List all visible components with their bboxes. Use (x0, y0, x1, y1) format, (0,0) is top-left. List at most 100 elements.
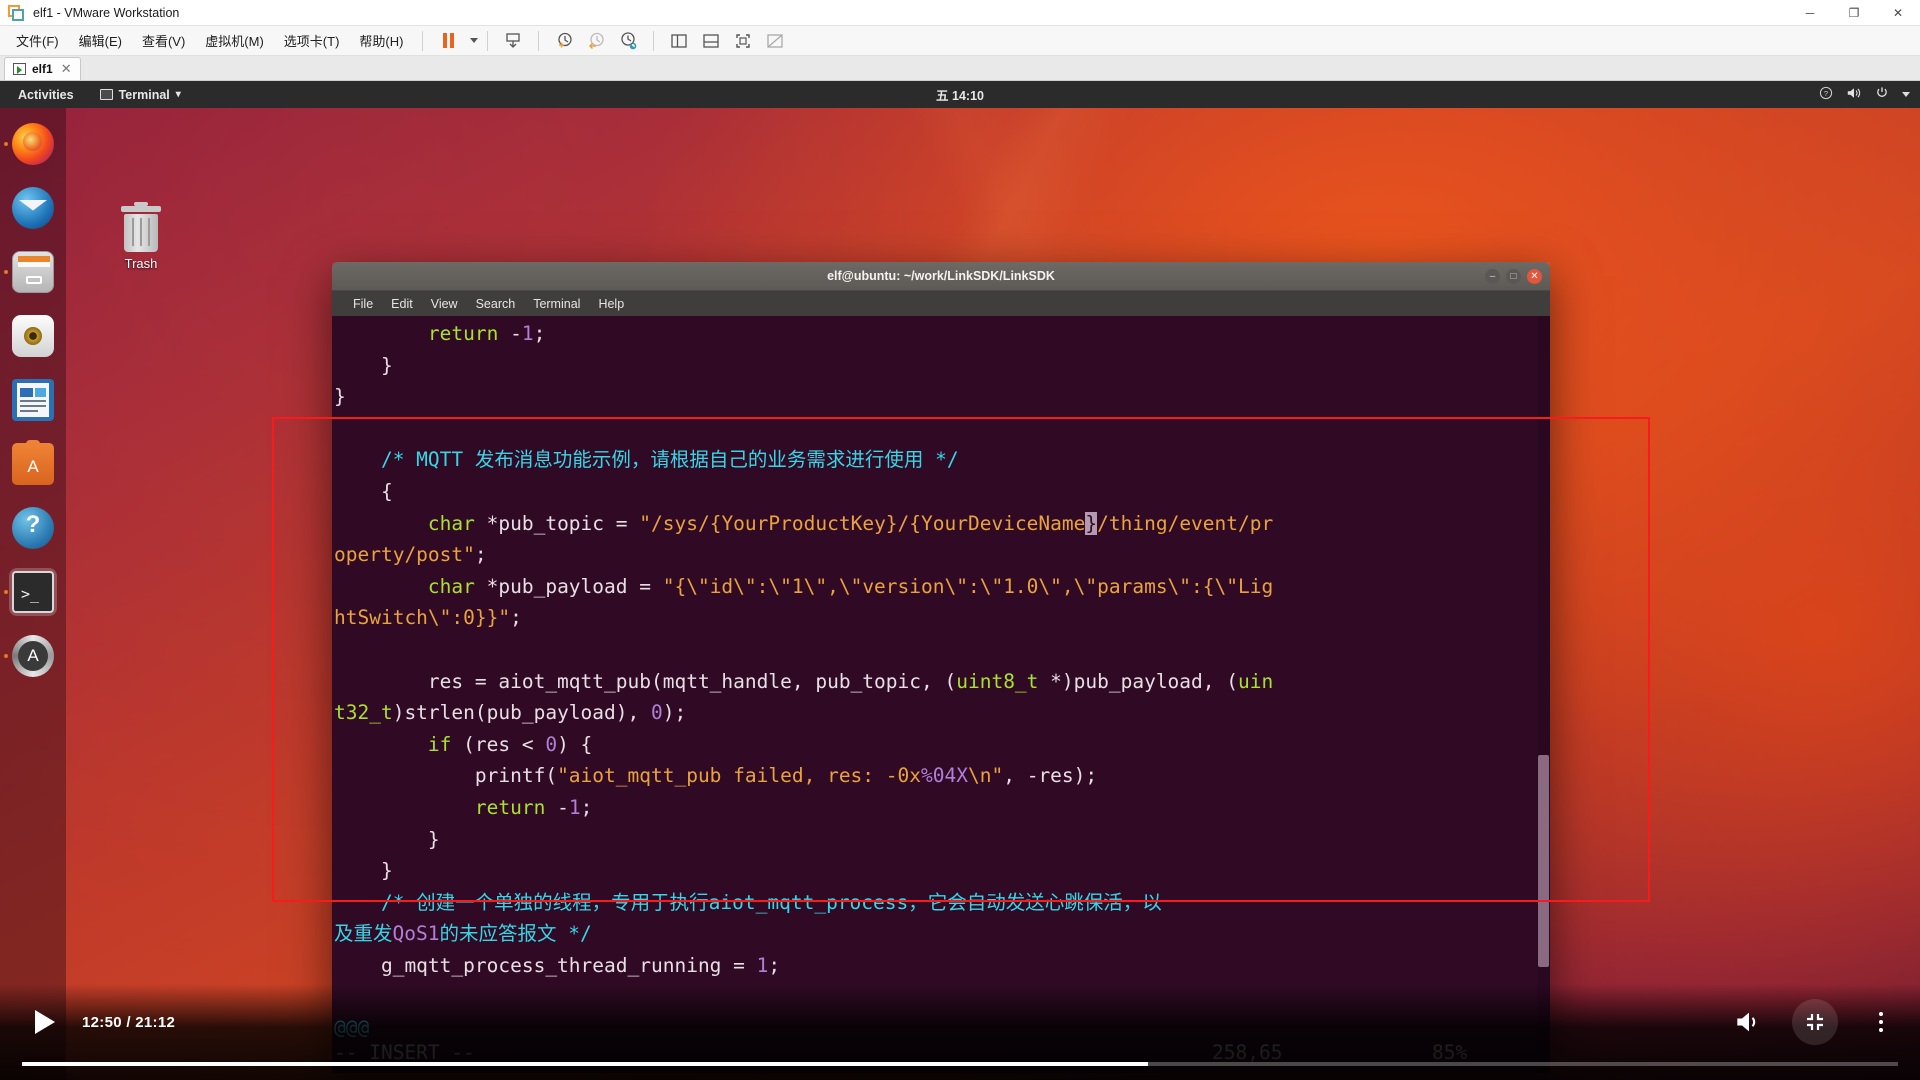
terminal-minimize-button[interactable]: – (1485, 269, 1500, 284)
svg-text:?: ? (1824, 89, 1828, 98)
code-token: ; (580, 795, 593, 819)
menu-tabs[interactable]: 选项卡(T) (274, 27, 350, 54)
code-token: { (334, 479, 393, 503)
code-token: return (474, 795, 546, 819)
code-token: "/sys/{YourProductKey}/{YourDeviceName (639, 511, 1086, 535)
dock-item-show-applications[interactable]: A (4, 632, 57, 680)
show-console-icon[interactable] (698, 30, 724, 52)
volume-icon[interactable] (1846, 86, 1862, 103)
show-two-pane-icon[interactable] (666, 30, 692, 52)
code-token: return (427, 322, 499, 345)
code-line: g_mqtt_process_thread_running = 1; (332, 950, 1537, 982)
desktop-icon-trash[interactable]: Trash (98, 202, 184, 271)
send-ctrl-alt-del-icon[interactable] (500, 30, 526, 52)
toolbar-divider (487, 30, 489, 51)
maximize-button[interactable]: ❐ (1832, 0, 1876, 26)
firefox-icon (12, 123, 54, 165)
close-button[interactable]: ✕ (1876, 0, 1920, 26)
terminal-window: elf@ubuntu: ~/work/LinkSDK/LinkSDK – □ ✕… (332, 262, 1550, 1073)
vim-editor-buffer[interactable]: return -1; }} /* MQTT 发布消息功能示例，请根据自己的业务需… (332, 316, 1537, 981)
dropdown-caret-icon[interactable] (470, 38, 479, 43)
code-token: ); (662, 701, 687, 725)
exit-fullscreen-button[interactable] (1792, 999, 1838, 1045)
dock-item-thunderbird[interactable] (9, 184, 57, 232)
code-line: printf("aiot_mqtt_pub failed, res: -0x%0… (332, 760, 1537, 792)
system-menu-caret-icon[interactable] (1902, 92, 1910, 97)
vmware-title: elf1 - VMware Workstation (33, 5, 180, 20)
terminal-maximize-button[interactable]: □ (1506, 269, 1521, 284)
more-options-button[interactable] (1864, 1005, 1898, 1039)
code-line: return -1; (332, 792, 1537, 824)
tab-elf1[interactable]: elf1 ✕ (4, 57, 81, 80)
terminal-body[interactable]: return -1; }} /* MQTT 发布消息功能示例，请根据自己的业务需… (332, 316, 1550, 1073)
dock-item-terminal[interactable]: >_ (4, 568, 57, 616)
app-menu-label: Terminal (118, 87, 170, 102)
vmware-window-controls: ─ ❐ ✕ (1788, 0, 1920, 26)
dock-item-files[interactable] (4, 248, 57, 296)
code-token: if (427, 732, 452, 756)
menu-edit[interactable]: 编辑(E) (69, 27, 132, 54)
code-token: ; (533, 322, 546, 345)
terminal-menu-help[interactable]: Help (589, 295, 633, 313)
terminal-window-controls: – □ ✕ (1485, 262, 1542, 291)
libreoffice-writer-icon (12, 379, 54, 421)
clock[interactable]: 五 14:10 (936, 85, 984, 104)
fullscreen-icon[interactable] (730, 30, 756, 52)
menu-help[interactable]: 帮助(H) (349, 27, 413, 54)
code-line: } (332, 350, 1537, 382)
dock-item-firefox[interactable] (4, 120, 57, 168)
help-icon[interactable]: ? (1819, 86, 1833, 103)
toolbar-divider (422, 30, 424, 51)
volume-icon[interactable] (1732, 1005, 1766, 1039)
code-token: 及重发 (334, 922, 393, 946)
power-icon[interactable] (1875, 86, 1889, 103)
code-token: ; (768, 953, 781, 977)
code-token: 1 (521, 322, 534, 345)
terminal-menu-edit[interactable]: Edit (382, 295, 422, 313)
ubuntu-dock: A ? >_ A (0, 108, 66, 1080)
unity-mode-icon[interactable] (762, 30, 788, 52)
terminal-icon: >_ (12, 571, 54, 613)
code-token: , -res); (1003, 764, 1098, 788)
terminal-menu-search[interactable]: Search (467, 295, 525, 313)
menu-view[interactable]: 查看(V) (132, 27, 195, 54)
activities-button[interactable]: Activities (10, 88, 82, 102)
menu-vm[interactable]: 虚拟机(M) (195, 27, 274, 54)
system-status-area[interactable]: ? (1819, 86, 1910, 103)
progress-bar[interactable] (22, 1062, 1898, 1066)
code-token: %04X (921, 764, 968, 788)
player-control-row: 12:50 / 21:12 (0, 994, 1920, 1050)
dock-item-ubuntu-software[interactable]: A (9, 440, 57, 488)
terminal-scrollbar[interactable] (1537, 316, 1550, 1073)
code-token: } (334, 385, 346, 409)
dock-item-rhythmbox[interactable] (9, 312, 57, 360)
terminal-close-button[interactable]: ✕ (1527, 269, 1542, 284)
code-token: ; (474, 543, 487, 567)
app-menu-terminal[interactable]: Terminal ▾ (99, 87, 181, 102)
scrollbar-thumb[interactable] (1538, 755, 1549, 967)
vmware-menubar: 文件(F) 编辑(E) 查看(V) 虚拟机(M) 选项卡(T) 帮助(H) (0, 26, 1920, 56)
menu-file[interactable]: 文件(F) (6, 27, 69, 54)
snapshot-take-icon[interactable] (551, 30, 577, 52)
terminal-menu-view[interactable]: View (422, 295, 467, 313)
tab-close-icon[interactable]: ✕ (61, 61, 72, 77)
tab-label: elf1 (32, 62, 53, 76)
code-token: 0 (545, 732, 558, 756)
play-button[interactable] (22, 999, 68, 1045)
minimize-button[interactable]: ─ (1788, 0, 1832, 26)
code-line: /* 创建一个单独的线程，专用于执行aiot_mqtt_process，它会自动… (332, 887, 1537, 919)
dock-item-libreoffice-writer[interactable] (9, 376, 57, 424)
pause-icon[interactable] (435, 30, 461, 52)
snapshot-revert-icon[interactable] (583, 30, 609, 52)
terminal-titlebar[interactable]: elf@ubuntu: ~/work/LinkSDK/LinkSDK – □ ✕ (332, 262, 1550, 291)
time-display: 12:50 / 21:12 (82, 1013, 176, 1031)
code-token: 1 (568, 795, 581, 819)
running-indicator (4, 654, 8, 658)
snapshot-manager-icon[interactable] (615, 30, 641, 52)
code-token: 0 (650, 701, 663, 725)
terminal-menu-file[interactable]: File (344, 295, 382, 313)
terminal-menu-terminal[interactable]: Terminal (524, 295, 589, 313)
dock-item-help[interactable]: ? (9, 504, 57, 552)
